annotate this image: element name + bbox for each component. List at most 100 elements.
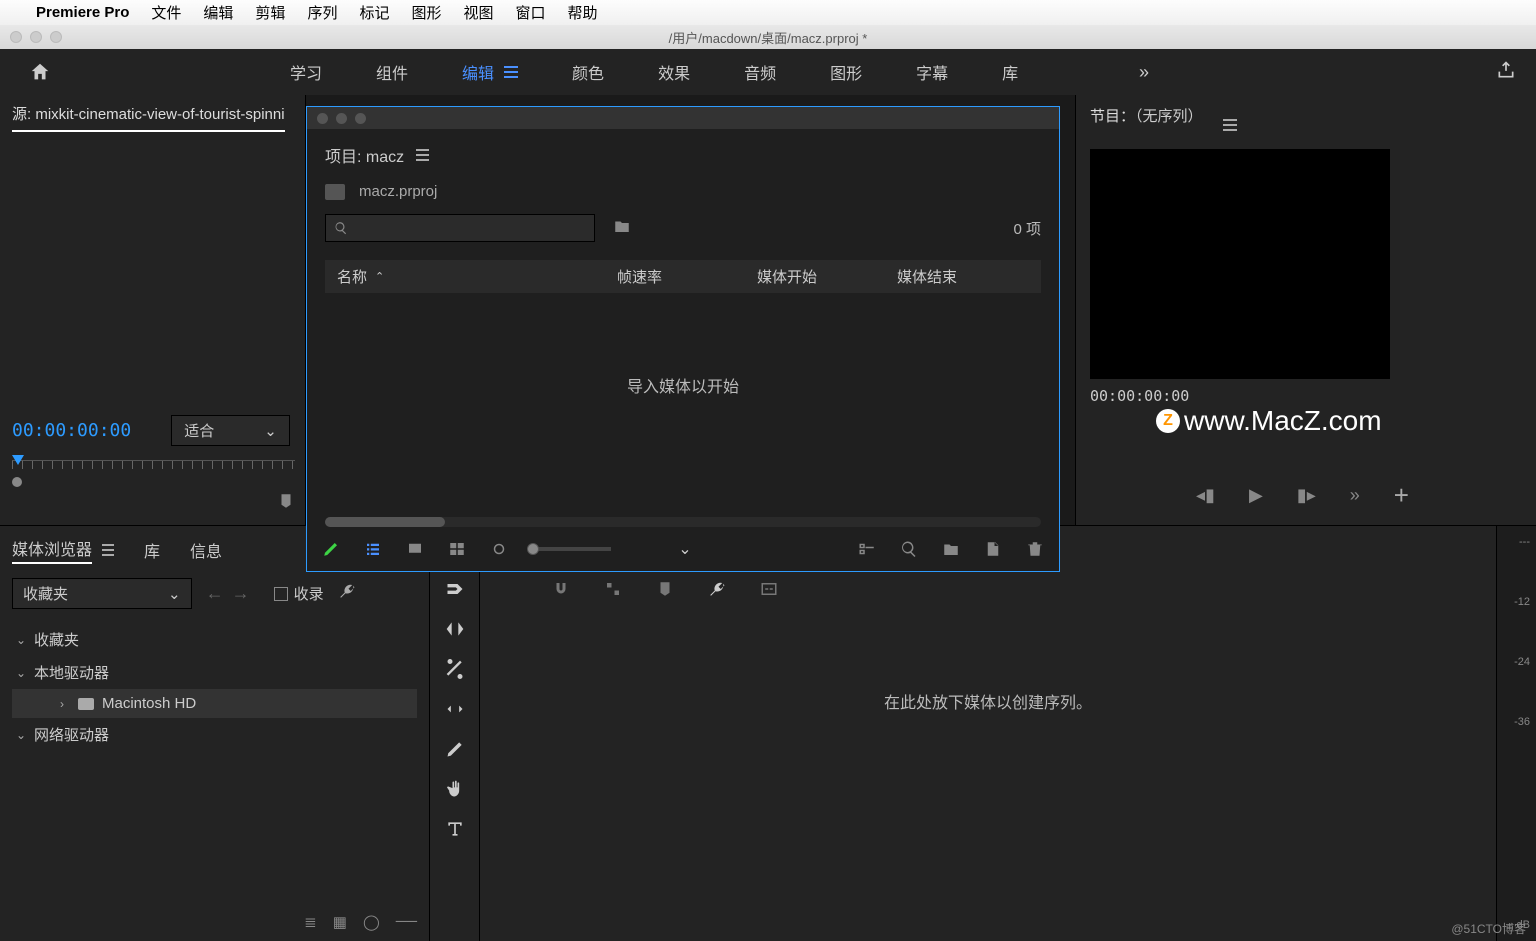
program-timecode[interactable]: 00:00:00:00 xyxy=(1090,387,1522,405)
more-workspaces-icon[interactable]: » xyxy=(1139,62,1146,83)
playhead-icon[interactable] xyxy=(12,455,24,465)
menu-file[interactable]: 文件 xyxy=(151,2,181,23)
mb-path-dropdown[interactable]: 收藏夹⌄ xyxy=(12,578,192,609)
razor-tool-icon[interactable] xyxy=(444,658,466,680)
source-zoom-handle[interactable] xyxy=(12,477,22,487)
hand-tool-icon[interactable] xyxy=(444,778,466,800)
ws-tab-assembly[interactable]: 组件 xyxy=(376,60,408,84)
home-button[interactable] xyxy=(0,61,80,83)
watermark-text: Zwww.MacZ.com xyxy=(1156,405,1382,437)
hamburger-icon[interactable] xyxy=(416,149,429,161)
project-scrollbar[interactable] xyxy=(325,517,1041,527)
play-icon[interactable]: ▶ xyxy=(1249,485,1263,506)
ws-tab-captions[interactable]: 字幕 xyxy=(916,60,948,84)
menu-graphics[interactable]: 图形 xyxy=(411,2,441,23)
project-footer: ⌄ xyxy=(307,527,1059,571)
tree-local-drives[interactable]: ⌄本地驱动器 xyxy=(12,656,417,689)
dropdown-icon[interactable]: ⌄ xyxy=(675,539,695,559)
track-select-tool-icon[interactable] xyxy=(444,578,466,600)
zoom-slider-knob-icon[interactable] xyxy=(489,539,509,559)
project-columns-header[interactable]: 名称⌃ 帧速率 媒体开始 媒体结束 xyxy=(325,260,1041,293)
panel-traffic-lights[interactable] xyxy=(307,107,1059,129)
project-panel: 项目: macz macz.prproj 0 项 名称⌃ 帧速率 媒体开始 媒体… xyxy=(306,106,1060,572)
thumb-slider[interactable]: ── xyxy=(396,913,417,931)
ws-tab-color[interactable]: 颜色 xyxy=(572,60,604,84)
thumbnail-view-icon[interactable]: ▦ xyxy=(333,913,347,931)
ws-tab-audio[interactable]: 音频 xyxy=(744,60,776,84)
tree-favorites[interactable]: ⌄收藏夹 xyxy=(12,623,417,656)
step-back-icon[interactable]: ◂▮ xyxy=(1196,485,1215,506)
mb-tab-browser[interactable]: 媒体浏览器 xyxy=(12,536,92,564)
insert-icon[interactable] xyxy=(500,580,518,603)
sort-asc-icon[interactable]: ⌃ xyxy=(375,270,384,283)
wrench-icon[interactable] xyxy=(338,582,356,605)
ripple-tool-icon[interactable] xyxy=(444,618,466,640)
program-panel-tab[interactable]: 节目：（无序列） xyxy=(1090,108,1237,125)
find-icon[interactable] xyxy=(899,539,919,559)
zoom-circle-icon[interactable]: ◯ xyxy=(363,913,380,931)
automate-icon[interactable] xyxy=(857,539,877,559)
settings-icon[interactable] xyxy=(708,580,726,603)
project-panel-tab[interactable]: 项目: macz xyxy=(307,129,1059,173)
tree-network-drives[interactable]: ⌄网络驱动器 xyxy=(12,718,417,751)
snap-icon[interactable] xyxy=(552,580,570,603)
list-view-icon[interactable]: ≣ xyxy=(304,913,317,931)
chevron-down-icon: ⌄ xyxy=(168,585,181,603)
mb-tab-library[interactable]: 库 xyxy=(144,538,160,562)
icon-view-icon[interactable] xyxy=(405,539,425,559)
menu-view[interactable]: 视图 xyxy=(463,2,493,23)
source-panel-tab[interactable]: 源: mixkit-cinematic-view-of-tourist-spin… xyxy=(12,103,285,132)
type-tool-icon[interactable] xyxy=(444,818,466,840)
menu-sequence[interactable]: 序列 xyxy=(307,2,337,23)
ws-tab-graphics[interactable]: 图形 xyxy=(830,60,862,84)
new-bin-icon[interactable] xyxy=(613,217,631,240)
new-item-icon[interactable] xyxy=(983,539,1003,559)
marker-icon[interactable] xyxy=(277,492,295,515)
menu-marker[interactable]: 标记 xyxy=(359,2,389,23)
freeform-view-icon[interactable] xyxy=(447,539,467,559)
project-file-icon xyxy=(325,184,345,200)
chevron-down-icon: ⌄ xyxy=(264,422,277,440)
slip-tool-icon[interactable] xyxy=(444,698,466,720)
mb-tree: ⌄收藏夹 ⌄本地驱动器 ›Macintosh HD ⌄网络驱动器 xyxy=(12,623,417,751)
tree-drive-macintosh[interactable]: ›Macintosh HD xyxy=(12,689,417,718)
ws-tab-edit[interactable]: 编辑 xyxy=(462,60,518,84)
pencil-icon[interactable] xyxy=(321,539,341,559)
ingest-checkbox[interactable]: 收录 xyxy=(274,583,324,604)
menu-edit[interactable]: 编辑 xyxy=(203,2,233,23)
traffic-lights[interactable] xyxy=(10,31,62,43)
project-drop-hint[interactable]: 导入媒体以开始 xyxy=(307,293,1059,517)
step-forward-icon[interactable]: ▮▸ xyxy=(1297,485,1316,506)
project-search-input[interactable] xyxy=(325,214,595,242)
menu-clip[interactable]: 剪辑 xyxy=(255,2,285,23)
source-timecode[interactable]: 00:00:00:00 xyxy=(12,420,131,441)
export-icon[interactable] xyxy=(1496,60,1516,85)
app-name[interactable]: Premiere Pro xyxy=(36,4,129,21)
pen-tool-icon[interactable] xyxy=(444,738,466,760)
trash-icon[interactable] xyxy=(1025,539,1045,559)
menu-help[interactable]: 帮助 xyxy=(568,2,598,23)
hamburger-icon[interactable] xyxy=(1223,119,1237,131)
linked-selection-icon[interactable] xyxy=(604,580,622,603)
source-time-ruler[interactable] xyxy=(12,460,295,486)
timeline-drop-hint: 在此处放下媒体以创建序列。 xyxy=(500,689,1476,713)
ws-tab-effects[interactable]: 效果 xyxy=(658,60,690,84)
menu-window[interactable]: 窗口 xyxy=(516,2,546,23)
source-zoom-dropdown[interactable]: 适合⌄ xyxy=(171,415,290,446)
hamburger-icon[interactable] xyxy=(102,544,114,556)
more-icon[interactable]: » xyxy=(1350,485,1360,506)
sort-icon[interactable] xyxy=(633,539,653,559)
zoom-slider[interactable] xyxy=(531,547,611,551)
new-bin-folder-icon[interactable] xyxy=(941,539,961,559)
captions-icon[interactable] xyxy=(760,580,778,603)
nav-forward-icon[interactable]: → xyxy=(232,583,250,604)
ws-tab-library[interactable]: 库 xyxy=(1002,60,1018,84)
add-button-icon[interactable]: + xyxy=(1394,480,1409,511)
ws-tab-learn[interactable]: 学习 xyxy=(290,60,322,84)
mb-tab-info[interactable]: 信息 xyxy=(190,538,222,562)
list-view-icon[interactable] xyxy=(363,539,383,559)
project-filename: macz.prproj xyxy=(359,183,437,200)
marker-icon[interactable] xyxy=(656,580,674,603)
program-transport: ◂▮ ▶ ▮▸ » + xyxy=(1196,480,1409,511)
nav-back-icon[interactable]: ← xyxy=(206,583,224,604)
